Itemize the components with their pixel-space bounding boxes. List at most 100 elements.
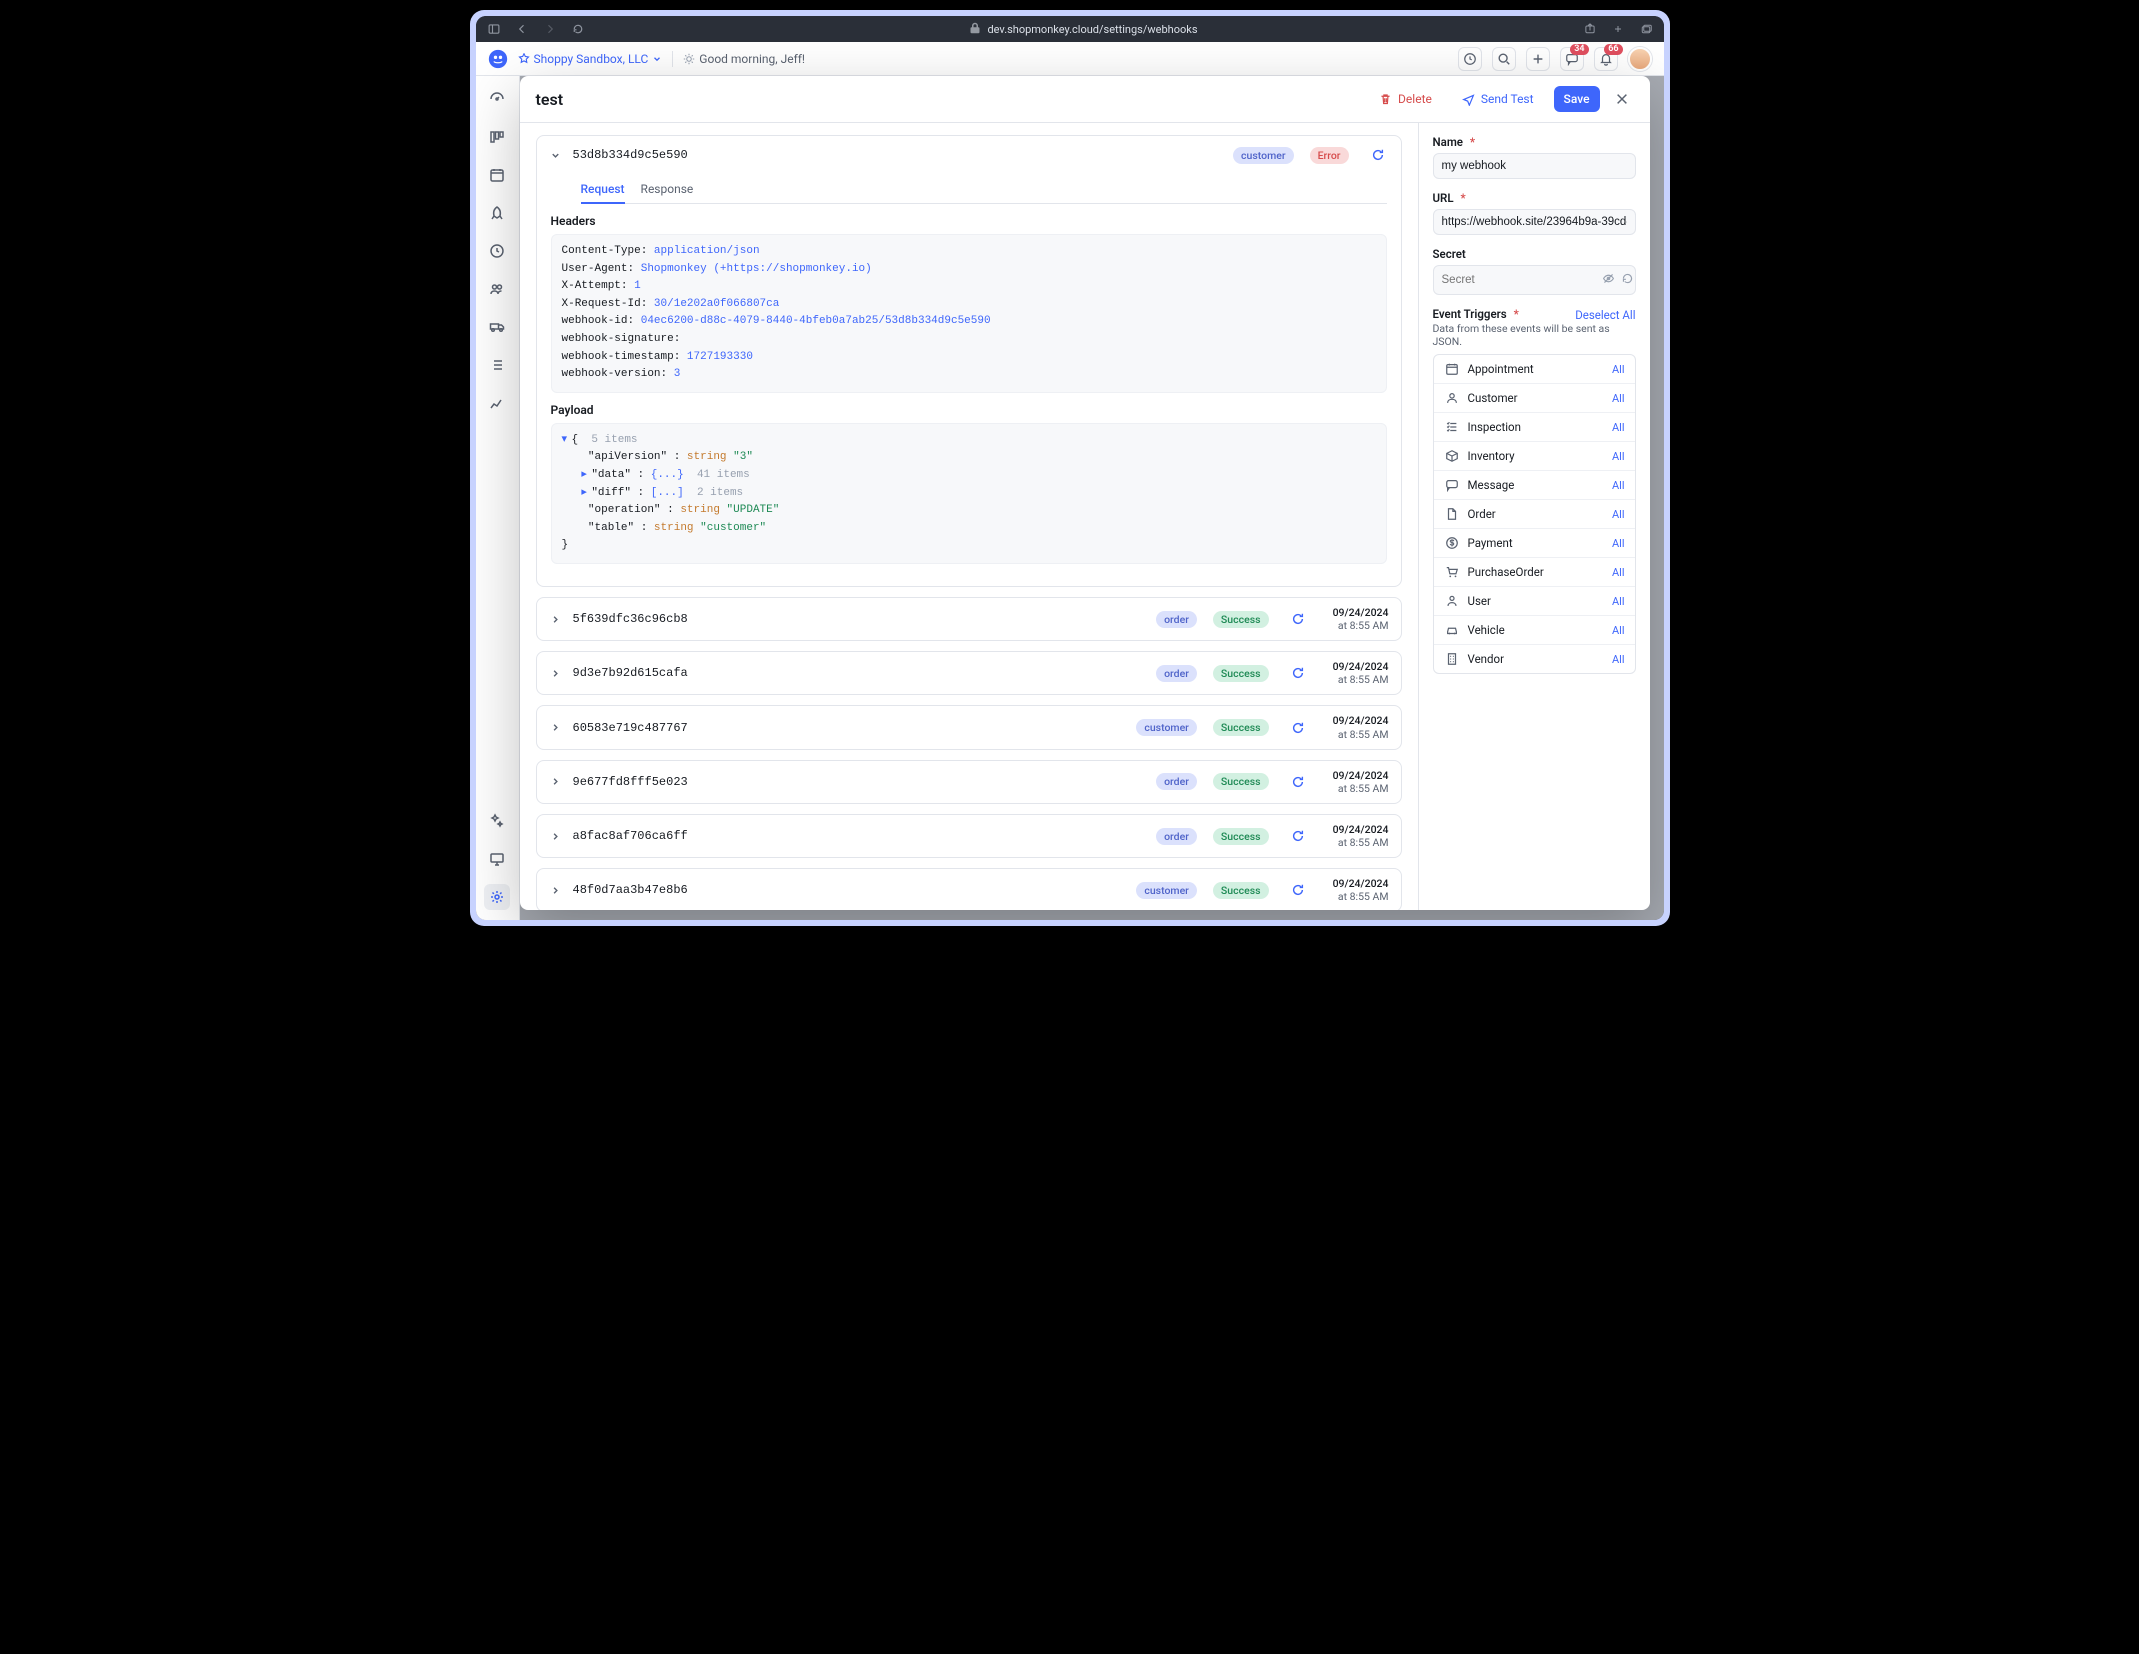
trigger-all-link[interactable]: All bbox=[1612, 595, 1625, 608]
retry-button[interactable] bbox=[1287, 879, 1309, 901]
sun-icon bbox=[683, 53, 695, 65]
trigger-row[interactable]: InspectionAll bbox=[1434, 413, 1635, 442]
sidebar-board[interactable] bbox=[484, 124, 510, 150]
retry-button[interactable] bbox=[1287, 717, 1309, 739]
sidebar-toggle-icon[interactable] bbox=[486, 21, 502, 37]
eye-icon[interactable] bbox=[1602, 272, 1615, 288]
close-button[interactable] bbox=[1610, 87, 1634, 111]
chevron-right-icon[interactable] bbox=[549, 721, 563, 735]
sidebar-truck[interactable] bbox=[484, 314, 510, 340]
sidebar-rocket[interactable] bbox=[484, 200, 510, 226]
sidebar-reports[interactable] bbox=[484, 390, 510, 416]
tab-response[interactable]: Response bbox=[641, 176, 694, 203]
sidebar-people[interactable] bbox=[484, 276, 510, 302]
building-icon bbox=[1444, 651, 1460, 667]
bell-icon[interactable]: 66 bbox=[1594, 47, 1618, 71]
regenerate-icon[interactable] bbox=[1621, 272, 1634, 288]
save-button[interactable]: Save bbox=[1554, 86, 1600, 112]
trigger-row[interactable]: InventoryAll bbox=[1434, 442, 1635, 471]
trigger-all-link[interactable]: All bbox=[1612, 392, 1625, 405]
save-label: Save bbox=[1564, 92, 1590, 106]
sidebar-calendar[interactable] bbox=[484, 162, 510, 188]
retry-button[interactable] bbox=[1287, 825, 1309, 847]
trigger-row[interactable]: OrderAll bbox=[1434, 500, 1635, 529]
url-input[interactable] bbox=[1433, 209, 1636, 235]
chevron-down-icon[interactable] bbox=[549, 148, 563, 162]
tabs-icon[interactable] bbox=[1638, 21, 1654, 37]
sidebar-time[interactable] bbox=[484, 238, 510, 264]
delete-button[interactable]: Delete bbox=[1369, 86, 1442, 112]
back-icon[interactable] bbox=[514, 21, 530, 37]
trigger-all-link[interactable]: All bbox=[1612, 450, 1625, 463]
new-tab-icon[interactable] bbox=[1610, 21, 1626, 37]
trigger-all-link[interactable]: All bbox=[1612, 566, 1625, 579]
trigger-all-link[interactable]: All bbox=[1612, 479, 1625, 492]
plus-icon[interactable] bbox=[1526, 47, 1550, 71]
event-row[interactable]: 60583e719c487767customerSuccess09/24/202… bbox=[536, 705, 1402, 749]
org-switcher[interactable]: Shoppy Sandbox, LLC bbox=[518, 52, 663, 66]
chat-icon[interactable]: 34 bbox=[1560, 47, 1584, 71]
headers-block: Content-Type: application/jsonUser-Agent… bbox=[551, 234, 1387, 393]
user-icon bbox=[1444, 390, 1460, 406]
trigger-all-link[interactable]: All bbox=[1612, 363, 1625, 376]
event-type-tag: customer bbox=[1136, 719, 1197, 736]
send-icon bbox=[1462, 93, 1475, 106]
sidebar-settings[interactable] bbox=[484, 884, 510, 910]
chevron-right-icon[interactable] bbox=[549, 612, 563, 626]
chevron-right-icon[interactable] bbox=[549, 666, 563, 680]
trigger-row[interactable]: UserAll bbox=[1434, 587, 1635, 616]
event-id: 9d3e7b92d615cafa bbox=[573, 666, 688, 680]
sidebar-magic[interactable] bbox=[484, 808, 510, 834]
trigger-all-link[interactable]: All bbox=[1612, 624, 1625, 637]
trigger-name: Payment bbox=[1468, 536, 1612, 550]
retry-button[interactable] bbox=[1287, 771, 1309, 793]
chevron-right-icon[interactable] bbox=[549, 829, 563, 843]
bell-badge: 66 bbox=[1604, 44, 1622, 56]
greeting-text: Good morning, Jeff! bbox=[683, 52, 805, 66]
tab-request[interactable]: Request bbox=[581, 176, 625, 204]
search-icon[interactable] bbox=[1492, 47, 1516, 71]
event-row[interactable]: 9e677fd8fff5e023orderSuccess09/24/2024at… bbox=[536, 760, 1402, 804]
chevron-right-icon[interactable] bbox=[549, 883, 563, 897]
trigger-row[interactable]: PurchaseOrderAll bbox=[1434, 558, 1635, 587]
trigger-row[interactable]: PaymentAll bbox=[1434, 529, 1635, 558]
retry-button[interactable] bbox=[1367, 144, 1389, 166]
trigger-all-link[interactable]: All bbox=[1612, 508, 1625, 521]
trigger-all-link[interactable]: All bbox=[1612, 421, 1625, 434]
event-type-tag: order bbox=[1156, 773, 1197, 790]
event-row[interactable]: a8fac8af706ca6fforderSuccess09/24/2024at… bbox=[536, 814, 1402, 858]
chevron-right-icon[interactable] bbox=[549, 775, 563, 789]
trigger-row[interactable]: AppointmentAll bbox=[1434, 355, 1635, 384]
triggers-note: Data from these events will be sent as J… bbox=[1433, 322, 1636, 348]
trigger-name: User bbox=[1468, 594, 1612, 608]
share-icon[interactable] bbox=[1582, 21, 1598, 37]
secret-input[interactable] bbox=[1442, 274, 1596, 286]
deselect-all-button[interactable]: Deselect All bbox=[1575, 308, 1635, 322]
trigger-row[interactable]: VendorAll bbox=[1434, 645, 1635, 673]
trigger-row[interactable]: VehicleAll bbox=[1434, 616, 1635, 645]
send-test-button[interactable]: Send Test bbox=[1452, 86, 1544, 112]
event-row[interactable]: 9d3e7b92d615cafaorderSuccess09/24/2024at… bbox=[536, 651, 1402, 695]
address-bar[interactable]: dev.shopmonkey.cloud/settings/webhooks bbox=[598, 22, 1570, 37]
reload-icon[interactable] bbox=[570, 21, 586, 37]
sidebar-dashboard[interactable] bbox=[484, 86, 510, 112]
retry-button[interactable] bbox=[1287, 608, 1309, 630]
name-input[interactable] bbox=[1433, 153, 1636, 179]
trigger-row[interactable]: CustomerAll bbox=[1434, 384, 1635, 413]
forward-icon[interactable] bbox=[542, 21, 558, 37]
event-type-tag: order bbox=[1156, 828, 1197, 845]
payload-heading: Payload bbox=[551, 403, 1387, 417]
event-row[interactable]: 5f639dfc36c96cb8orderSuccess09/24/2024at… bbox=[536, 597, 1402, 641]
trigger-row[interactable]: MessageAll bbox=[1434, 471, 1635, 500]
event-timestamp: 09/24/2024at 8:55 AM bbox=[1329, 714, 1389, 740]
sidebar-desktop[interactable] bbox=[484, 846, 510, 872]
event-row[interactable]: 48f0d7aa3b47e8b6customerSuccess09/24/202… bbox=[536, 868, 1402, 910]
modal-title: test bbox=[536, 90, 564, 109]
event-row[interactable]: 53d8b334d9c5e590customerErrorRequestResp… bbox=[536, 135, 1402, 587]
trigger-all-link[interactable]: All bbox=[1612, 537, 1625, 550]
avatar[interactable] bbox=[1628, 47, 1652, 71]
sidebar-list[interactable] bbox=[484, 352, 510, 378]
history-icon[interactable] bbox=[1458, 47, 1482, 71]
retry-button[interactable] bbox=[1287, 662, 1309, 684]
trigger-all-link[interactable]: All bbox=[1612, 653, 1625, 666]
